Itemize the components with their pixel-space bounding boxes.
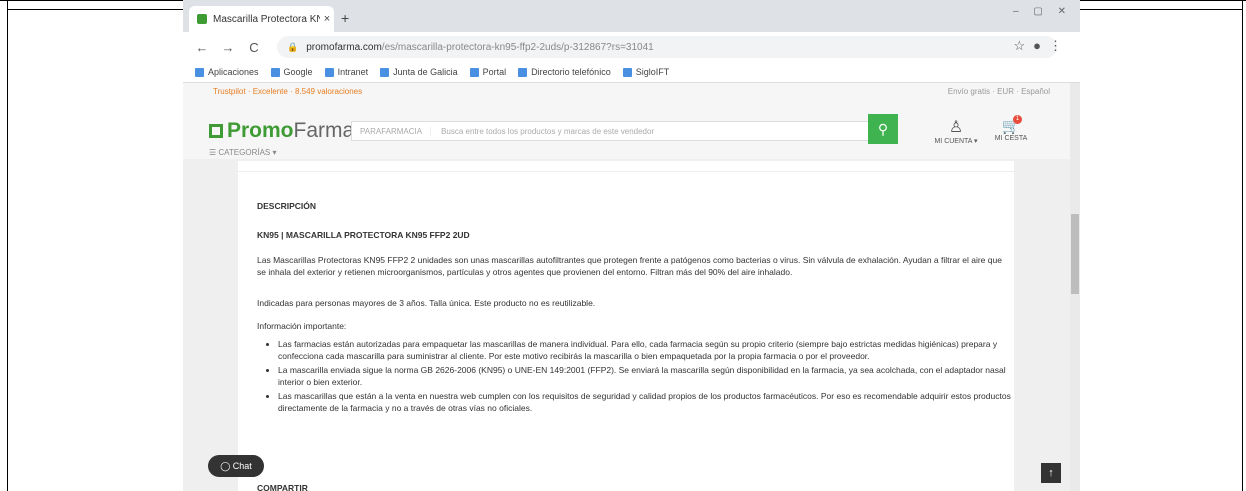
bookmark-item[interactable]: Aplicaciones bbox=[195, 67, 259, 77]
tab-title: Mascarilla Protectora KN95 FFP2 bbox=[213, 13, 320, 25]
url-domain: promofarma.com bbox=[306, 41, 382, 53]
usage-paragraph: Indicadas para personas mayores de 3 año… bbox=[257, 298, 596, 308]
scrollbar[interactable] bbox=[1070, 83, 1080, 491]
url-field[interactable]: 🔒 promofarma.com /es/mascarilla-protecto… bbox=[277, 36, 1057, 58]
share-heading: COMPARTIR bbox=[257, 483, 308, 491]
frame-divider-left bbox=[8, 9, 183, 10]
bookmark-item[interactable]: SigloIFT bbox=[622, 67, 669, 77]
apps-icon bbox=[195, 67, 204, 77]
lock-icon: 🔒 bbox=[287, 41, 299, 52]
account-label: MI CUENTA ▾ bbox=[934, 138, 978, 145]
bookmark-icon bbox=[622, 67, 632, 77]
url-path: /es/mascarilla-protectora-kn95-ffp2-2uds… bbox=[381, 41, 654, 53]
list-item: Las mascarillas que están a la venta en … bbox=[278, 390, 1013, 414]
search-placeholder: Busca entre todos los productos y marcas… bbox=[441, 126, 655, 136]
cart-count-badge: 1 bbox=[1013, 115, 1022, 124]
bookmark-icon bbox=[380, 67, 390, 77]
account-button[interactable]: ♙ MI CUENTA ▾ bbox=[928, 117, 984, 145]
chat-icon: ◯ bbox=[220, 460, 231, 471]
window-controls[interactable]: – ▢ ✕ bbox=[1013, 6, 1072, 17]
scroll-to-top-button[interactable]: ↑ bbox=[1041, 463, 1061, 483]
frame-divider-right bbox=[1080, 9, 1242, 10]
arrow-up-icon: ↑ bbox=[1048, 467, 1054, 479]
chat-label: Chat bbox=[232, 461, 252, 471]
browser-actions[interactable]: ☆●⋮ bbox=[1013, 38, 1070, 54]
user-icon: ♙ bbox=[948, 119, 964, 136]
bookmark-item[interactable]: Google bbox=[270, 67, 313, 77]
divider bbox=[238, 171, 1014, 172]
google-icon bbox=[270, 67, 280, 77]
frame-border-right bbox=[1242, 0, 1243, 491]
browser-tab[interactable]: Mascarilla Protectora KN95 FFP2 × bbox=[189, 6, 334, 32]
product-description-panel: DESCRIPCIÓN KN95 | MASCARILLA PROTECTORA… bbox=[238, 161, 1014, 491]
browser-window: Mascarilla Protectora KN95 FFP2 × + – ▢ … bbox=[183, 0, 1080, 491]
new-tab-button[interactable]: + bbox=[341, 10, 349, 26]
product-title: KN95 | MASCARILLA PROTECTORA KN95 FFP2 2… bbox=[257, 230, 470, 240]
favicon-icon bbox=[197, 14, 207, 24]
categories-menu[interactable]: ☰ CATEGORÍAS ▾ bbox=[209, 148, 277, 157]
forward-button[interactable]: → bbox=[221, 40, 235, 55]
search-scope[interactable]: PARAFARMACIA bbox=[352, 126, 432, 136]
important-info-list: Las farmacias están autorizadas para emp… bbox=[268, 338, 1013, 416]
promofarma-logo[interactable]: Promo Farma bbox=[209, 119, 354, 143]
bookmarks-bar: Aplicaciones Google Intranet Junta de Ga… bbox=[183, 62, 1080, 83]
address-bar-row: ← → C 🔒 promofarma.com /es/mascarilla-pr… bbox=[183, 32, 1080, 62]
menu-icon[interactable]: ⋮ bbox=[1049, 38, 1070, 53]
profile-icon[interactable]: ● bbox=[1033, 38, 1049, 53]
cart-icon: 🛒 1 bbox=[1001, 115, 1022, 135]
search-button[interactable]: ⚲ bbox=[868, 114, 898, 144]
bookmark-item[interactable]: Intranet bbox=[324, 67, 368, 77]
trustpilot-rating[interactable]: Trustpilot · Excelente · 8.549 valoracio… bbox=[213, 87, 362, 96]
list-item: Las farmacias están autorizadas para emp… bbox=[278, 338, 1013, 362]
tab-bar: Mascarilla Protectora KN95 FFP2 × + – ▢ … bbox=[183, 0, 1080, 32]
shipping-language[interactable]: Envío gratis · EUR · Español bbox=[948, 87, 1050, 96]
bookmark-icon bbox=[518, 67, 528, 77]
cart-button[interactable]: 🛒 1 MI CESTA bbox=[989, 115, 1033, 142]
list-item: La mascarilla enviada sigue la norma GB … bbox=[278, 364, 1013, 388]
frame-border-left bbox=[7, 0, 8, 491]
bookmark-item[interactable]: Portal bbox=[469, 67, 506, 77]
logo-mark-icon bbox=[209, 124, 223, 138]
bookmark-icon bbox=[324, 67, 334, 77]
tab-close-icon[interactable]: × bbox=[320, 13, 334, 25]
description-paragraph: Las Mascarillas Protectoras KN95 FFP2 2 … bbox=[257, 255, 1002, 277]
scrollbar-thumb[interactable] bbox=[1071, 214, 1079, 294]
top-info-strip: Trustpilot · Excelente · 8.549 valoracio… bbox=[183, 83, 1080, 99]
star-icon[interactable]: ☆ bbox=[1013, 38, 1033, 53]
important-info-label: Información importante: bbox=[257, 321, 347, 331]
site-header: Promo Farma PARAFARMACIA Busca entre todo… bbox=[183, 99, 1080, 159]
bookmark-item[interactable]: Directorio telefónico bbox=[518, 67, 611, 77]
bookmark-item[interactable]: Junta de Galicia bbox=[380, 67, 458, 77]
web-page: Trustpilot · Excelente · 8.549 valoracio… bbox=[183, 83, 1080, 491]
reload-button[interactable]: C bbox=[247, 40, 261, 55]
back-button[interactable]: ← bbox=[195, 40, 209, 55]
section-heading: DESCRIPCIÓN bbox=[257, 201, 317, 211]
search-input[interactable]: PARAFARMACIA Busca entre todos los produ… bbox=[351, 121, 877, 141]
search-icon: ⚲ bbox=[877, 120, 889, 137]
chat-button[interactable]: ◯ Chat bbox=[208, 455, 264, 477]
bookmark-icon bbox=[469, 67, 479, 77]
cart-label: MI CESTA bbox=[994, 135, 1028, 142]
